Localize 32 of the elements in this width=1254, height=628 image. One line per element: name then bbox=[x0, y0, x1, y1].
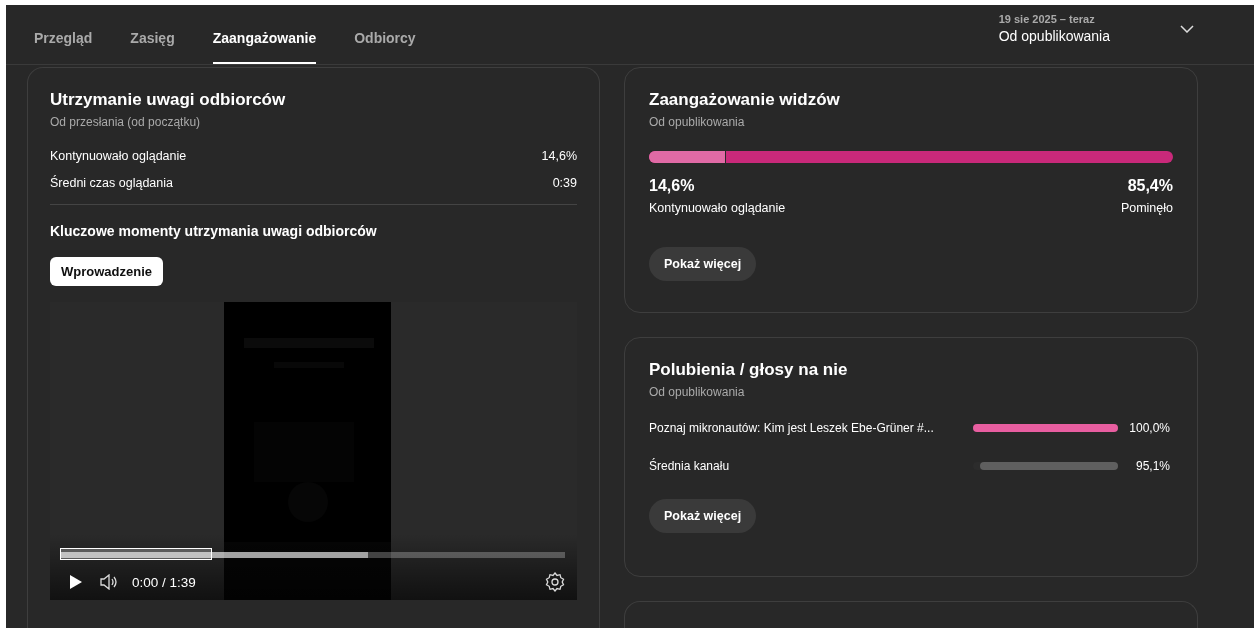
card-subtitle: Od przesłania (od początku) bbox=[50, 115, 202, 129]
card-subtitle: Od opublikowania bbox=[649, 385, 746, 399]
settings-icon[interactable] bbox=[545, 572, 565, 592]
tab[interactable]: Zasięg bbox=[130, 30, 175, 64]
chevron-down-icon bbox=[1180, 24, 1194, 33]
play-icon[interactable] bbox=[70, 575, 82, 589]
stat-value: 14,6% bbox=[541, 149, 577, 163]
row-label: Poznaj mikronautów: Kim jest Leszek Ebe-Grüner #... bbox=[649, 421, 935, 435]
metric-label: Kontynuowało oglądanie bbox=[649, 201, 786, 215]
row-value: 100,0% bbox=[1128, 421, 1170, 435]
percentage-value: 14,6% bbox=[649, 177, 695, 195]
tab[interactable]: Przegląd bbox=[34, 30, 93, 64]
card-title: Utrzymanie uwagi odbiorców bbox=[50, 90, 287, 110]
stat-label: Średni czas oglądania bbox=[50, 176, 173, 190]
moment-chip[interactable]: Wprowadzenie bbox=[50, 257, 163, 286]
percentage-value: 85,4% bbox=[1127, 177, 1173, 195]
row-value: 95,1% bbox=[1134, 459, 1170, 473]
show-more-button[interactable]: Pokaż więcej bbox=[649, 499, 757, 533]
tab[interactable]: Odbiorcy bbox=[354, 30, 416, 64]
card-title: Zaangażowanie widzów bbox=[649, 90, 841, 110]
section-title: Kluczowe momenty utrzymania uwagi odbiorców bbox=[50, 223, 378, 239]
metric-label: Pominęło bbox=[1120, 201, 1173, 215]
date-range-dropdown[interactable]: 19 sie 2025 – teraz Od opublikowania bbox=[998, 13, 1254, 44]
card-title: Polubienia / głosy na nie bbox=[649, 360, 849, 380]
card-subtitle: Od opublikowania bbox=[649, 115, 746, 129]
show-more-button[interactable]: Pokaż więcej bbox=[649, 247, 757, 281]
time-display: 0:00 / 1:39 bbox=[132, 574, 196, 590]
row-label: Średnia kanału bbox=[649, 459, 731, 473]
stat-value: 0:39 bbox=[552, 176, 577, 190]
volume-icon[interactable] bbox=[100, 574, 118, 590]
tab[interactable]: Zaangażowanie bbox=[212, 30, 317, 64]
stat-label: Kontynuowało oglądanie bbox=[50, 149, 187, 163]
